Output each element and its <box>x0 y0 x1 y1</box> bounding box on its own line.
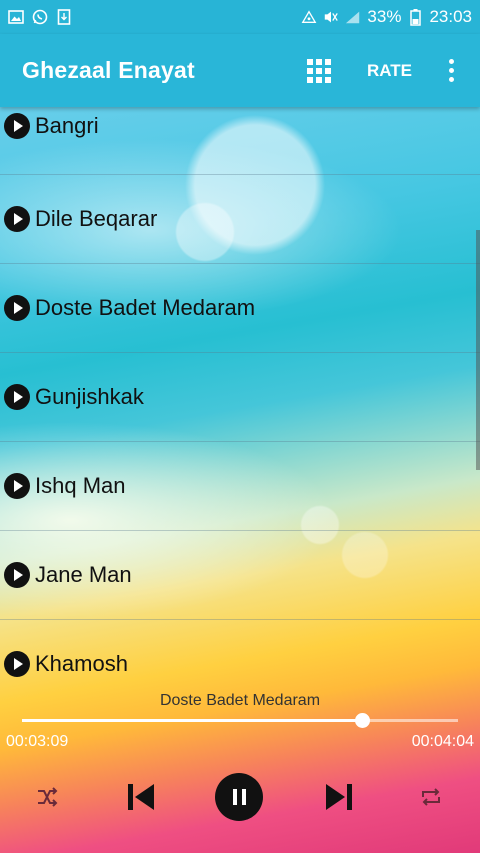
next-track-icon[interactable] <box>322 780 356 814</box>
grid-menu-icon[interactable] <box>306 58 331 83</box>
signal-icon <box>345 9 361 25</box>
total-duration: 00:04:04 <box>411 733 474 750</box>
battery-icon <box>407 8 423 26</box>
play-icon[interactable] <box>4 562 30 588</box>
seek-bar[interactable] <box>22 713 458 728</box>
previous-track-icon[interactable] <box>124 780 158 814</box>
play-icon[interactable] <box>4 384 30 410</box>
song-title: Ishq Man <box>35 473 126 498</box>
repeat-icon[interactable] <box>418 784 444 810</box>
song-title: Khamosh <box>35 651 128 676</box>
more-options-icon[interactable] <box>448 59 454 82</box>
play-icon[interactable] <box>4 113 30 139</box>
play-icon[interactable] <box>4 651 30 677</box>
app-bar: Ghezaal Enayat RATE <box>0 34 480 107</box>
list-item[interactable]: Dile Beqarar <box>0 175 480 264</box>
seek-progress <box>22 719 363 722</box>
image-notification-icon <box>8 9 24 25</box>
list-item[interactable]: Bangri <box>0 107 480 175</box>
song-title: Gunjishkak <box>35 384 144 409</box>
mute-icon <box>323 9 339 25</box>
list-item[interactable]: Doste Badet Medaram <box>0 264 480 353</box>
whatsapp-icon <box>32 9 48 25</box>
list-item[interactable]: Jane Man <box>0 531 480 620</box>
pause-icon <box>232 789 246 805</box>
alarm-icon <box>301 9 317 25</box>
song-list: Bangri Dile Beqarar Doste Badet Medaram … <box>0 107 480 677</box>
list-item[interactable]: Ishq Man <box>0 442 480 531</box>
rate-button[interactable]: RATE <box>367 61 412 81</box>
play-icon[interactable] <box>4 295 30 321</box>
list-scrollbar[interactable] <box>476 230 480 470</box>
play-icon[interactable] <box>4 473 30 499</box>
now-playing-title: Doste Badet Medaram <box>159 692 321 709</box>
status-bar: 33% 23:03 <box>0 0 480 34</box>
battery-percent: 33% <box>367 7 402 26</box>
elapsed-time: 00:03:09 <box>6 733 69 750</box>
song-title: Bangri <box>35 113 99 138</box>
list-item[interactable]: Khamosh <box>0 620 480 677</box>
song-title: Dile Beqarar <box>35 206 158 231</box>
play-icon[interactable] <box>4 206 30 232</box>
download-notification-icon <box>56 9 72 25</box>
song-title: Jane Man <box>35 562 132 587</box>
song-title: Doste Badet Medaram <box>35 295 256 320</box>
shuffle-icon[interactable] <box>34 784 60 810</box>
pause-button[interactable] <box>215 773 263 821</box>
seek-thumb[interactable] <box>355 713 371 728</box>
app-title: Ghezaal Enayat <box>22 57 195 83</box>
list-item[interactable]: Gunjishkak <box>0 353 480 442</box>
clock: 23:03 <box>429 7 472 26</box>
player-controls <box>0 770 480 824</box>
